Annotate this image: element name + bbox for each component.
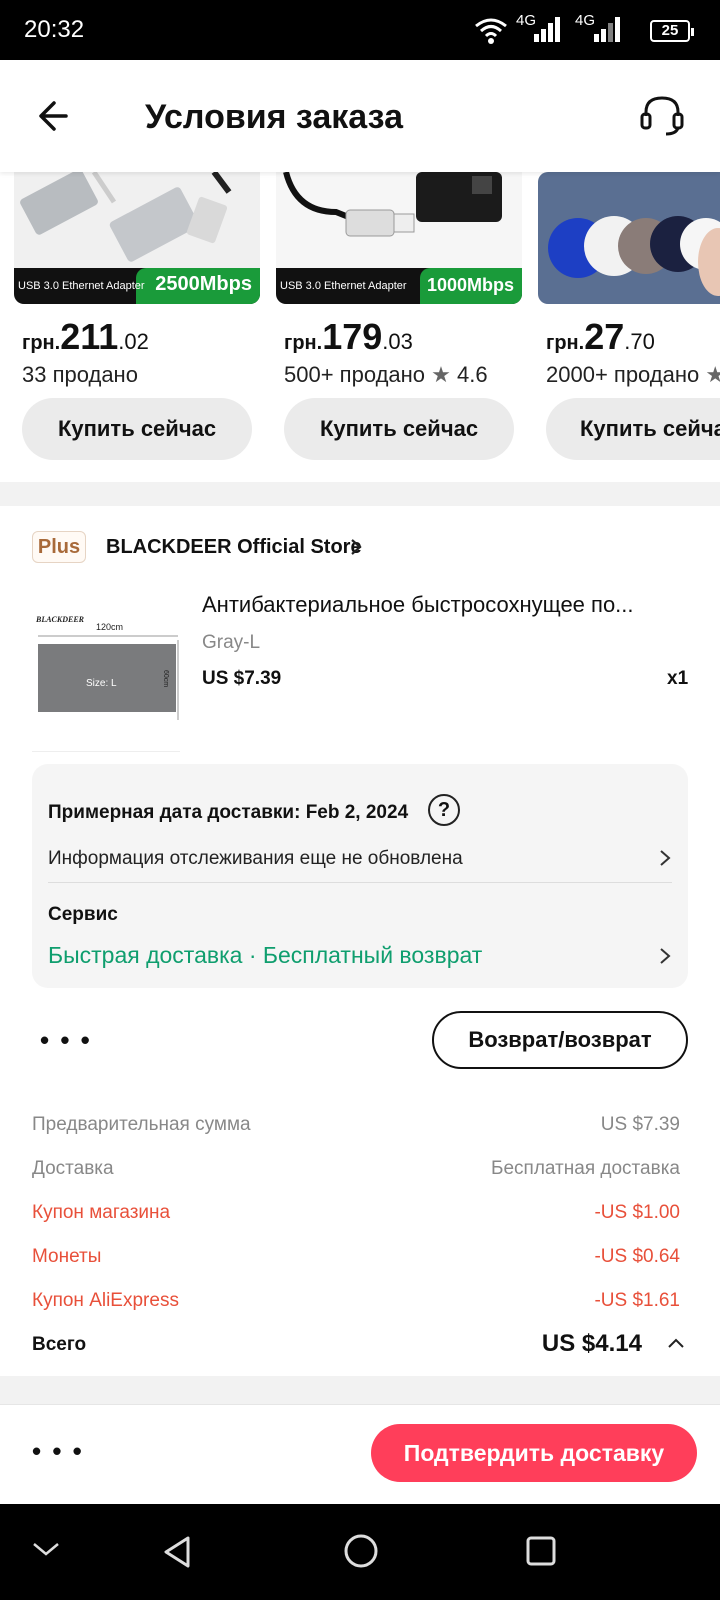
product-image: USB 3.0 Ethernet Adapter 2500Mbps bbox=[14, 172, 260, 304]
item-thumbnail[interactable]: BLACKDEER 120cm Size: L 60cm bbox=[32, 594, 180, 752]
system-nav-bar bbox=[0, 1504, 720, 1600]
thumb-size: Size: L bbox=[86, 678, 117, 689]
header: Условия заказа bbox=[0, 60, 720, 172]
return-button[interactable]: Возврат/возврат bbox=[432, 1011, 688, 1069]
summary-value-subtotal: US $7.39 bbox=[600, 1114, 680, 1135]
tag-subtitle: USB 3.0 Ethernet Adapter bbox=[18, 280, 145, 292]
wifi-icon bbox=[475, 18, 507, 44]
product-card[interactable]: грн.27.70 2000+ продано ★ Купить сейчас bbox=[538, 172, 720, 472]
product-tag: USB 3.0 Ethernet Adapter 1000Mbps bbox=[276, 268, 522, 304]
chevron-up-icon[interactable] bbox=[666, 1336, 686, 1350]
hide-keyboard-icon[interactable] bbox=[30, 1538, 62, 1562]
estimated-delivery-date: Примерная дата доставки: Feb 2, 2024 bbox=[48, 802, 409, 823]
summary-value-ali-coupon: -US $1.61 bbox=[594, 1290, 680, 1311]
summary-value-coins: -US $0.64 bbox=[594, 1246, 680, 1267]
product-card[interactable]: USB 3.0 Ethernet Adapter 2500Mbps грн.21… bbox=[14, 172, 260, 472]
store-name-link[interactable]: BLACKDEER Official Store bbox=[106, 536, 362, 559]
product-price: грн.179.03 bbox=[284, 316, 413, 357]
total-label: Всего bbox=[32, 1334, 87, 1355]
section-divider bbox=[0, 1376, 720, 1404]
product-sold-count: 500+ продано ★ 4.6 bbox=[284, 362, 488, 387]
more-options-icon[interactable]: • • • bbox=[32, 1438, 84, 1464]
buy-now-button[interactable]: Купить сейчас bbox=[546, 398, 720, 460]
service-label: Сервис bbox=[48, 904, 118, 925]
question-icon[interactable]: ? bbox=[428, 794, 460, 826]
network-type-1: 4G bbox=[516, 12, 537, 29]
product-tag: USB 3.0 Ethernet Adapter 2500Mbps bbox=[14, 268, 260, 304]
product-price: грн.27.70 bbox=[546, 316, 655, 357]
signal-icon-2 bbox=[594, 16, 622, 42]
total-value[interactable]: US $4.14 bbox=[542, 1330, 642, 1358]
item-variant: Gray-L bbox=[202, 632, 261, 653]
summary-value-shipping: Бесплатная доставка bbox=[491, 1158, 680, 1179]
thumb-width: 120cm bbox=[96, 622, 123, 632]
product-rating: 4.6 bbox=[457, 362, 488, 387]
service-value: Быстрая доставка · Бесплатный возврат bbox=[48, 942, 483, 968]
summary-value-store-coupon: -US $1.00 bbox=[594, 1202, 680, 1223]
tag-speed: 1000Mbps bbox=[426, 275, 514, 295]
chevron-right-icon bbox=[660, 948, 671, 964]
buy-now-button[interactable]: Купить сейчас bbox=[22, 398, 252, 460]
signal-icon-1 bbox=[534, 16, 562, 42]
star-icon: ★ bbox=[705, 362, 720, 387]
nav-recents-icon[interactable] bbox=[524, 1534, 558, 1568]
item-price: US $7.39 bbox=[202, 668, 282, 689]
summary-label-shipping: Доставка bbox=[32, 1158, 114, 1179]
thumb-height: 60cm bbox=[162, 670, 169, 687]
section-divider bbox=[0, 482, 720, 506]
summary-label-ali-coupon: Купон AliExpress bbox=[32, 1290, 179, 1311]
plus-badge: Plus bbox=[32, 531, 86, 563]
summary-label-coins: Монеты bbox=[32, 1246, 102, 1267]
back-arrow-icon[interactable] bbox=[30, 90, 82, 142]
confirm-delivery-button[interactable]: Подтвердить доставку bbox=[371, 1424, 697, 1482]
product-sold-count: 33 продано bbox=[22, 362, 138, 387]
product-card[interactable]: USB 3.0 Ethernet Adapter 1000Mbps грн.17… bbox=[276, 172, 522, 472]
star-icon: ★ bbox=[431, 362, 451, 387]
nav-home-icon[interactable] bbox=[342, 1532, 380, 1570]
product-price: грн.211.02 bbox=[22, 316, 149, 357]
nav-back-icon[interactable] bbox=[160, 1534, 196, 1570]
network-type-2: 4G bbox=[575, 12, 596, 29]
item-quantity: x1 bbox=[667, 668, 689, 689]
headset-icon[interactable] bbox=[636, 90, 688, 142]
item-title[interactable]: Антибактериальное быстросохнущее по... bbox=[202, 592, 682, 618]
battery-level: 25 bbox=[661, 22, 679, 39]
tracking-status: Информация отслеживания еще не обновлена bbox=[48, 848, 463, 869]
summary-label-store-coupon: Купон магазина bbox=[32, 1202, 171, 1223]
status-time: 20:32 bbox=[24, 16, 85, 43]
tag-subtitle: USB 3.0 Ethernet Adapter bbox=[280, 280, 407, 292]
delivery-card: Примерная дата доставки: Feb 2, 2024 ? И… bbox=[32, 764, 688, 988]
summary-label-subtotal: Предварительная сумма bbox=[32, 1114, 251, 1135]
tag-speed: 2500Mbps bbox=[155, 273, 252, 295]
divider bbox=[48, 882, 672, 883]
service-row[interactable]: Быстрая доставка · Бесплатный возврат bbox=[32, 936, 688, 980]
tracking-info-row[interactable]: Информация отслеживания еще не обновлена bbox=[32, 834, 688, 878]
more-options-icon[interactable]: • • • bbox=[40, 1027, 92, 1053]
status-bar: 20:32 4G 4G 25 bbox=[0, 0, 720, 60]
product-image: USB 3.0 Ethernet Adapter 1000Mbps bbox=[276, 172, 522, 304]
chevron-right-icon bbox=[660, 850, 671, 866]
product-sold-count: 2000+ продано ★ bbox=[546, 362, 720, 388]
bottom-action-bar: • • • Подтвердить доставку bbox=[0, 1404, 720, 1504]
chevron-right-icon[interactable] bbox=[348, 536, 364, 558]
page-title: Условия заказа bbox=[145, 98, 403, 136]
buy-now-button[interactable]: Купить сейчас bbox=[284, 398, 514, 460]
product-image bbox=[538, 172, 720, 304]
thumb-brand: BLACKDEER bbox=[35, 615, 85, 624]
battery-icon: 25 bbox=[650, 20, 694, 42]
